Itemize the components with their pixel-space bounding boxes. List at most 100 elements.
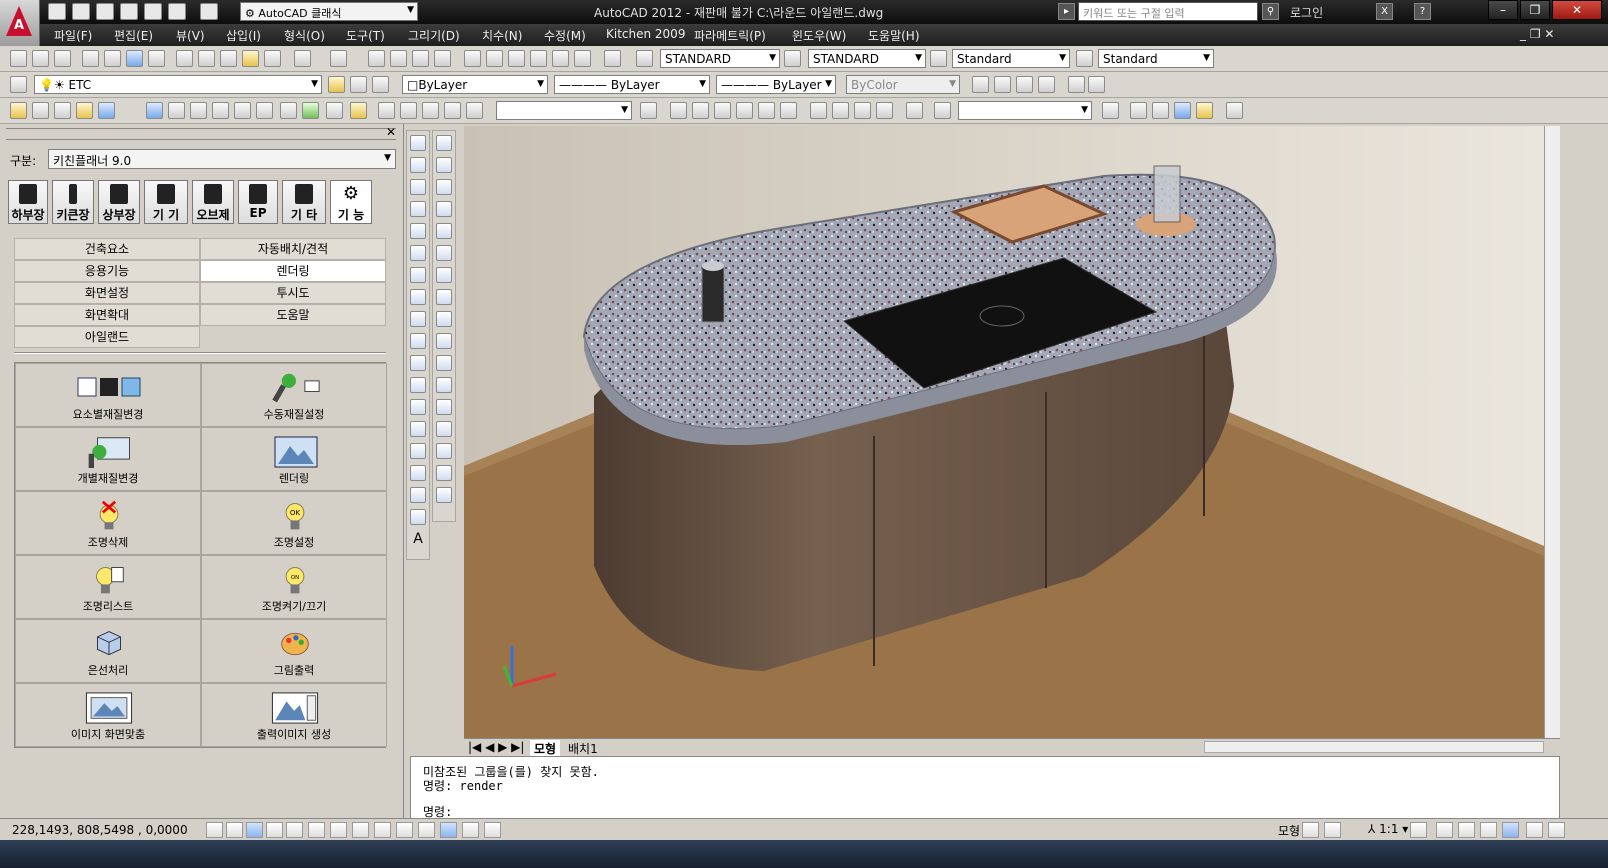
kitchen-tool-10-icon[interactable] [234,102,251,119]
cmd-material-by-element[interactable]: 요소별재질변경 [15,363,201,427]
match-properties-icon[interactable] [242,50,259,67]
cmd-render[interactable]: 렌더링 [201,427,387,491]
undo-icon[interactable] [168,3,186,20]
hardware-acceleration-icon[interactable] [1480,822,1497,838]
category-select[interactable]: 키친플래너 9.0 ▼ [48,149,396,169]
quick-view-layouts-icon[interactable] [1302,822,1319,838]
quick-properties-icon[interactable] [462,822,479,838]
layer-states-icon[interactable] [372,76,389,93]
kitchen-tool-8-icon[interactable] [190,102,207,119]
annotation-visibility-icon[interactable] [1410,822,1427,838]
mleader-style-icon[interactable] [1076,50,1093,67]
region-icon[interactable] [410,487,426,503]
menu-format[interactable]: 형식(O) [284,27,325,44]
color-select[interactable]: □ByLayer ▼ [402,75,548,94]
wireframe-icon[interactable] [1130,102,1147,119]
menu-edit[interactable]: 편집(E) [114,27,153,44]
tab-layout1[interactable]: 배치1 [568,740,598,757]
zoom-previous-icon[interactable] [434,50,451,67]
menu-draw[interactable]: 그리기(D) [408,27,460,44]
cmd-create-output-image[interactable]: 출력이미지 생성 [201,683,387,747]
infer-constraints-icon[interactable] [206,822,223,838]
camera-icon[interactable] [906,102,923,119]
application-menu-button[interactable]: A [0,0,40,46]
otrack-icon[interactable] [352,822,369,838]
explode-icon[interactable] [436,487,452,503]
ungroup-icon[interactable] [994,76,1011,93]
construction-line-icon[interactable] [410,157,426,173]
expand-arrow-icon[interactable]: ▸ [1058,3,1075,20]
markup-icon[interactable] [552,50,569,67]
cmd-light-list[interactable]: 조명리스트 [15,555,201,619]
hatch-icon[interactable] [410,443,426,459]
menu-insert[interactable]: 삽입(I) [226,27,261,44]
workspace-select[interactable]: ⚙ AutoCAD 클래식 ▼ [240,2,418,21]
copy-object-icon[interactable] [436,157,452,173]
gradient-icon[interactable] [410,465,426,481]
point-icon[interactable] [410,421,426,437]
make-block-icon[interactable] [410,399,426,415]
exchange-icon[interactable]: X [1376,3,1393,20]
polyline-icon[interactable] [410,179,426,195]
ortho-mode-icon[interactable] [266,822,283,838]
zoom-icon[interactable] [400,102,417,119]
tab-ep[interactable]: EP [238,180,278,224]
arc-icon[interactable] [410,245,426,261]
fly-icon[interactable] [466,102,483,119]
render-preset-icon[interactable] [1088,76,1105,93]
ucs-icon[interactable] [1102,102,1119,119]
quick-view-drawings-icon[interactable] [1324,822,1341,838]
zoom-search-icon[interactable] [934,102,951,119]
sheet-set-icon[interactable] [530,50,547,67]
kitchen-tool-4-icon[interactable] [76,102,93,119]
text-style-select[interactable]: STANDARD ▼ [660,49,780,68]
circle-icon[interactable] [410,267,426,283]
redo-icon[interactable] [200,3,218,20]
menu-view[interactable]: 뷰(V) [176,27,205,44]
dim-style-select[interactable]: STANDARD ▼ [808,49,926,68]
undo-toolbar-icon[interactable] [294,50,311,67]
view-back-icon[interactable] [780,102,797,119]
save-as-icon[interactable] [120,3,138,20]
qnew-icon[interactable] [10,50,27,67]
tab-nav-arrows[interactable]: |◀ ◀ ▶ ▶| [468,740,524,754]
kitchen-tool-14-icon[interactable] [326,102,343,119]
menu-auto-layout[interactable]: 자동배치/견적 [200,238,386,260]
cmd-light-settings[interactable]: OK 조명설정 [201,491,387,555]
kitchen-tool-5-icon[interactable] [98,102,115,119]
model-space-toggle[interactable]: 모형 [1278,822,1300,839]
tab-appliance[interactable]: 기 기 [144,180,188,224]
walk-icon[interactable] [444,102,461,119]
status-menu-icon[interactable] [1526,822,1543,838]
plot-icon[interactable] [144,3,162,20]
3d-publish-icon[interactable] [148,50,165,67]
save-icon[interactable] [96,3,114,20]
fillet-icon[interactable] [436,443,452,459]
ellipse-icon[interactable] [410,333,426,349]
view-select[interactable]: ▼ [496,101,632,120]
visual-style-icon[interactable] [1068,76,1085,93]
binoculars-icon[interactable]: ⚲ [1262,3,1279,20]
se-iso-icon[interactable] [832,102,849,119]
ne-iso-icon[interactable] [854,102,871,119]
menu-island[interactable]: 아일랜드 [14,326,200,348]
nw-iso-icon[interactable] [876,102,893,119]
table-style-icon[interactable] [930,50,947,67]
polar-tracking-icon[interactable] [286,822,303,838]
sw-iso-icon[interactable] [810,102,827,119]
kitchen-tool-11-icon[interactable] [256,102,273,119]
save-file-icon[interactable] [54,50,71,67]
tab-tall-cabinet[interactable]: 키큰장 [52,180,94,224]
kitchen-help-icon[interactable] [350,102,367,119]
cmd-manual-material[interactable]: 수동재질설정 [201,363,387,427]
conceptual-icon[interactable] [1196,102,1213,119]
layer-manager-icon[interactable] [10,76,27,93]
extend-icon[interactable] [436,355,452,371]
menu-window[interactable]: 윈도우(W) [792,27,846,44]
menu-tools[interactable]: 도구(T) [346,27,385,44]
block-editor-icon[interactable] [264,50,281,67]
print-icon[interactable] [82,50,99,67]
search-input[interactable]: 키워드 또는 구절 입력 [1078,2,1258,21]
menu-perspective[interactable]: 투시도 [200,282,386,304]
lock-icon[interactable] [1458,822,1475,838]
